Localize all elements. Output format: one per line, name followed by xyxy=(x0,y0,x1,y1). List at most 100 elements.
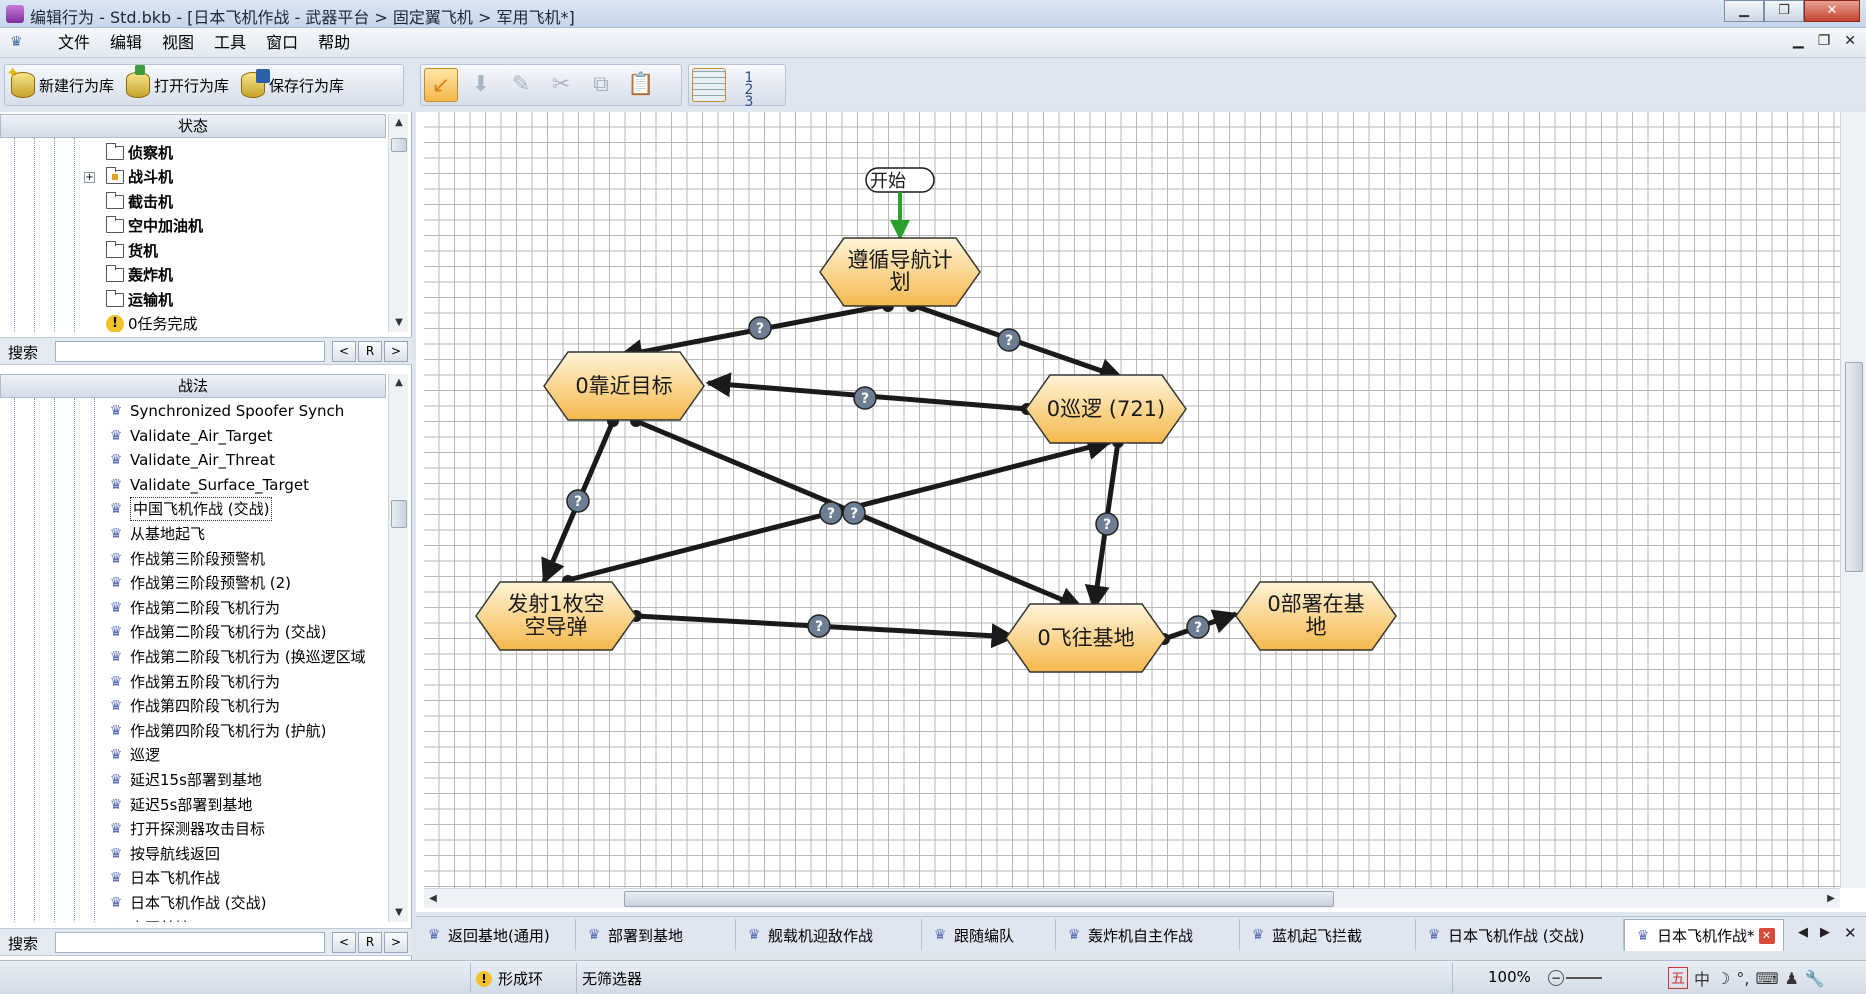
tactic-item[interactable]: ♛ 日本飞机作战 (交战) xyxy=(106,892,267,914)
mdi-minimize-button[interactable]: ▁ xyxy=(1793,33,1804,49)
tactic-item[interactable]: ♛ 按导航线返回 xyxy=(106,843,220,865)
tree-item-interceptor[interactable]: 截击机 xyxy=(106,191,173,213)
search-next-button[interactable]: > xyxy=(384,932,408,953)
minimize-button[interactable]: ▁ xyxy=(1724,0,1764,22)
scroll-down-icon[interactable]: ▼ xyxy=(389,314,409,332)
condition-marker-icon[interactable]: ? xyxy=(819,501,843,525)
open-library-button[interactable]: 打开行为库 xyxy=(120,65,235,98)
tactics-search-input[interactable] xyxy=(55,932,325,953)
condition-marker-icon[interactable]: ? xyxy=(1186,615,1210,639)
node-fly-to-base[interactable]: 0飞往基地 xyxy=(1005,603,1167,673)
canvas-vertical-scrollbar[interactable] xyxy=(1840,112,1866,888)
condition-marker-icon[interactable]: ? xyxy=(997,328,1021,352)
tactic-item[interactable]: ♛ 作战第五阶段飞机行为 xyxy=(106,671,280,693)
scroll-thumb[interactable] xyxy=(391,500,407,528)
node-launch-missile[interactable]: 发射1枚空 空导弹 xyxy=(475,581,637,651)
condition-marker-icon[interactable]: ? xyxy=(1095,512,1119,536)
tactic-item[interactable]: ♛ 作战第二阶段飞机行为 (换巡逻区域 xyxy=(106,646,366,668)
tree-item-bomber[interactable]: 轰炸机 xyxy=(106,264,173,286)
ime-settings-icon[interactable]: 🔧 xyxy=(1805,969,1825,988)
tactic-item[interactable]: ♛ Validate_Surface_Target xyxy=(106,474,309,496)
maximize-button[interactable]: ❐ xyxy=(1764,0,1804,22)
ime-keyboard-icon[interactable]: ⌨ xyxy=(1755,969,1778,988)
tab-follow-formation[interactable]: ♛ 跟随编队 xyxy=(922,919,1056,951)
tactic-item[interactable]: ♛ 作战第三阶段预警机 (2) xyxy=(106,572,291,594)
node-deploy-at-base[interactable]: 0部署在基 地 xyxy=(1235,581,1397,651)
paste-icon[interactable]: 📋 xyxy=(624,68,658,102)
select-arrow-icon[interactable]: ↙ xyxy=(424,68,458,102)
search-prev-button[interactable]: < xyxy=(332,341,356,362)
new-library-button[interactable]: 新建行为库 xyxy=(5,63,120,98)
tactic-item[interactable]: ♛ 中国飞机作战 (交战) xyxy=(106,497,273,522)
show-grid-icon[interactable] xyxy=(692,68,726,102)
close-button[interactable]: ✕ xyxy=(1804,0,1860,22)
condition-marker-icon[interactable]: ? xyxy=(748,316,772,340)
tactic-item[interactable]: ♛ 巡逻 xyxy=(106,744,160,766)
tactic-item[interactable]: ♛ 延迟15s部署到基地 xyxy=(106,769,262,791)
tactic-item[interactable]: ♛ Synchronized Spoofer Synch xyxy=(106,400,345,422)
loop-warning-status[interactable]: ! 形成环 xyxy=(476,968,543,989)
menu-help[interactable]: 帮助 xyxy=(308,33,360,53)
state-search-input[interactable] xyxy=(55,341,325,362)
tactic-item[interactable]: ♛ 作战第四阶段飞机行为 xyxy=(106,695,280,717)
scroll-thumb[interactable] xyxy=(391,138,407,152)
expand-plus-icon[interactable]: + xyxy=(84,172,95,183)
tab-deploy-base[interactable]: ♛ 部署到基地 xyxy=(576,919,736,951)
scroll-thumb[interactable] xyxy=(1845,362,1863,572)
ime-halfwidth-icon[interactable]: ☽ xyxy=(1716,969,1730,988)
tactics-panel-scrollbar[interactable]: ▲ ▼ xyxy=(388,374,408,922)
ime-punctuation-icon[interactable]: °, xyxy=(1736,969,1749,988)
mdi-close-button[interactable]: ✕ xyxy=(1844,33,1856,49)
edit-properties-icon[interactable]: ✎ xyxy=(504,68,538,102)
menu-window[interactable]: 窗口 xyxy=(256,33,308,53)
tree-item-mission-complete[interactable]: ! 0任务完成 xyxy=(106,313,198,332)
scroll-up-icon[interactable]: ▲ xyxy=(389,374,409,392)
menu-tools[interactable]: 工具 xyxy=(204,33,256,53)
tree-item-recon[interactable]: 侦察机 xyxy=(106,142,173,164)
zoom-slider[interactable] xyxy=(1566,977,1602,979)
tree-item-transport[interactable]: 运输机 xyxy=(106,289,173,311)
behavior-canvas[interactable]: 开始 遵循导航计 划 0靠近目标 0巡逻 (721) 发射1枚空 空导弹 0飞往… xyxy=(424,112,1840,888)
mdi-restore-button[interactable]: ❐ xyxy=(1818,33,1831,49)
filter-status[interactable]: 无筛选器 xyxy=(582,968,642,989)
tactic-item[interactable]: ♛ 日本飞机作战 xyxy=(106,867,220,889)
search-prev-button[interactable]: < xyxy=(332,932,356,953)
zoom-out-icon[interactable]: − xyxy=(1548,970,1564,986)
menu-edit[interactable]: 编辑 xyxy=(100,33,152,53)
scroll-thumb[interactable] xyxy=(624,891,1334,907)
ime-mode-icon[interactable]: 五 xyxy=(1668,967,1688,989)
tactic-item[interactable]: ♛ 作战第二阶段飞机行为 (交战) xyxy=(106,621,327,643)
tactic-item[interactable]: ♛ 离开基地 xyxy=(106,917,190,922)
tab-carrier-combat[interactable]: ♛ 舰载机迎敌作战 xyxy=(736,919,922,951)
menu-file[interactable]: 文件 xyxy=(48,33,100,53)
tab-return-base[interactable]: ♛ 返回基地(通用) xyxy=(416,919,576,951)
tab-bomber-autonomous[interactable]: ♛ 轰炸机自主作战 xyxy=(1056,919,1240,951)
tree-item-tanker[interactable]: 空中加油机 xyxy=(106,215,203,237)
tactic-item[interactable]: ♛ 作战第二阶段飞机行为 xyxy=(106,597,280,619)
canvas-horizontal-scrollbar[interactable]: ◀ ▶ xyxy=(424,888,1840,908)
state-panel-scrollbar[interactable]: ▲ ▼ xyxy=(388,114,408,332)
down-arrow-icon[interactable]: ⬇ xyxy=(464,68,498,102)
node-approach-target[interactable]: 0靠近目标 xyxy=(543,351,705,421)
scroll-up-icon[interactable]: ▲ xyxy=(389,114,409,132)
tab-blue-intercept[interactable]: ♛ 蓝机起飞拦截 xyxy=(1240,919,1416,951)
search-next-button[interactable]: > xyxy=(384,341,408,362)
evaluation-order-icon[interactable]: 123 xyxy=(732,68,766,109)
tree-item-fighter[interactable]: 战斗机 xyxy=(106,166,173,188)
tactic-item[interactable]: ♛ 延迟5s部署到基地 xyxy=(106,794,253,816)
tab-close-all-icon[interactable]: ✕ xyxy=(1844,924,1857,942)
menu-view[interactable]: 视图 xyxy=(152,33,204,53)
tactic-item[interactable]: ♛ Validate_Air_Threat xyxy=(106,449,275,471)
tactic-item[interactable]: ♛ Validate_Air_Target xyxy=(106,425,273,447)
start-node[interactable]: 开始 xyxy=(865,167,935,193)
search-reset-button[interactable]: R xyxy=(358,932,382,953)
tree-item-cargo[interactable]: 货机 xyxy=(106,240,158,262)
ime-user-icon[interactable]: ♟ xyxy=(1785,969,1799,988)
tactic-item[interactable]: ♛ 作战第四阶段飞机行为 (护航) xyxy=(106,720,327,742)
node-patrol[interactable]: 0巡逻 (721) xyxy=(1025,374,1187,444)
tactic-item[interactable]: ♛ 作战第三阶段预警机 xyxy=(106,548,265,570)
copy-icon[interactable]: ⧉ xyxy=(584,68,618,102)
tactic-item[interactable]: ♛ 从基地起飞 xyxy=(106,523,205,545)
scroll-left-icon[interactable]: ◀ xyxy=(424,889,442,909)
condition-marker-icon[interactable]: ? xyxy=(853,386,877,410)
